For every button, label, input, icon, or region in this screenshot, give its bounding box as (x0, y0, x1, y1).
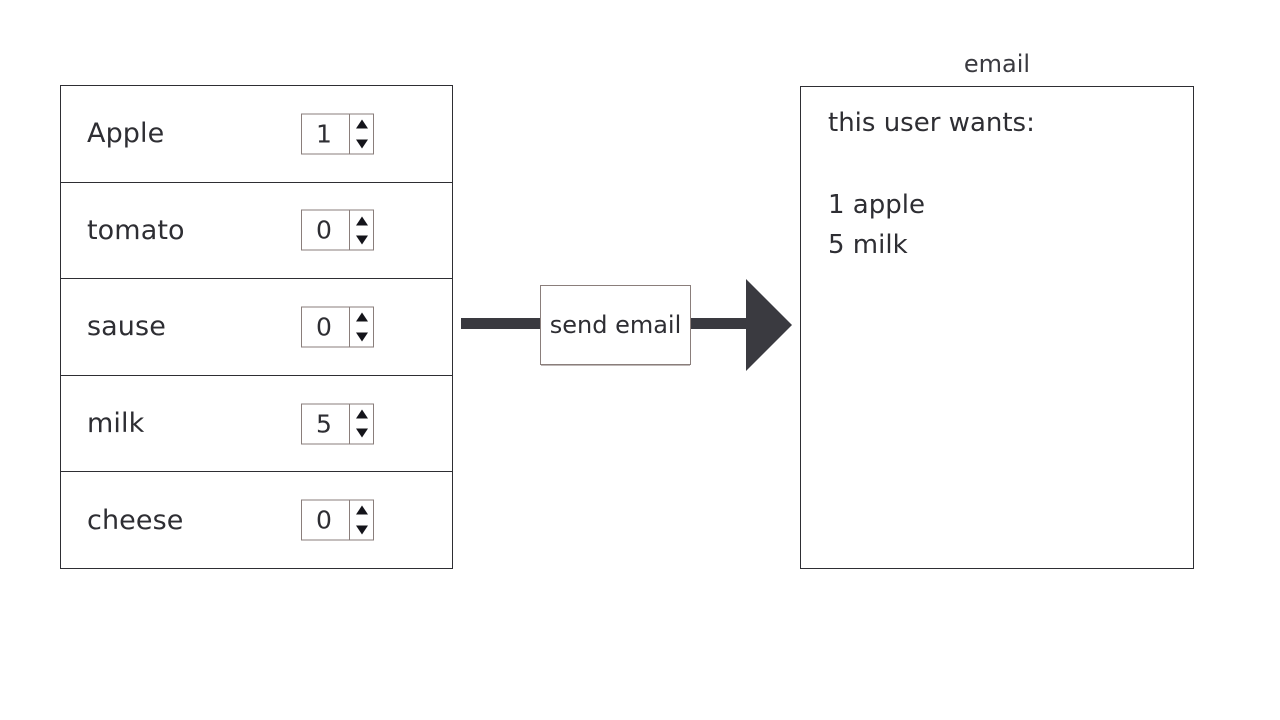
stepper-buttons[interactable] (349, 500, 373, 540)
send-email-button[interactable]: send email (540, 285, 691, 365)
item-label: cheese (87, 504, 184, 536)
quantity-stepper[interactable]: 5 (301, 403, 374, 445)
quantity-stepper[interactable]: 0 (301, 209, 374, 251)
connector-line-right (691, 318, 749, 329)
triangle-down-icon[interactable] (350, 520, 373, 540)
list-item[interactable]: sause 0 (61, 279, 452, 376)
stepper-buttons[interactable] (349, 210, 373, 250)
quantity-value[interactable]: 0 (302, 211, 349, 250)
stepper-buttons[interactable] (349, 307, 373, 347)
quantity-value[interactable]: 1 (302, 114, 349, 153)
triangle-down-icon[interactable] (350, 230, 373, 250)
quantity-value[interactable]: 0 (302, 501, 349, 540)
list-item[interactable]: Apple 1 (61, 86, 452, 183)
triangle-up-icon[interactable] (350, 210, 373, 231)
list-item[interactable]: cheese 0 (61, 472, 452, 568)
connector-line-left (461, 318, 541, 329)
triangle-down-icon[interactable] (350, 133, 373, 154)
triangle-up-icon[interactable] (350, 404, 373, 424)
triangle-up-icon[interactable] (350, 307, 373, 327)
email-heading: this user wants: (828, 108, 1035, 138)
triangle-up-icon[interactable] (350, 500, 373, 521)
diagram-canvas: Apple 1 tomato 0 sause 0 milk 5 cheese 0… (0, 0, 1280, 720)
email-line: 1 apple (828, 189, 925, 220)
stepper-buttons[interactable] (349, 114, 373, 154)
triangle-down-icon[interactable] (350, 423, 373, 444)
quantity-stepper[interactable]: 0 (301, 499, 374, 541)
email-body: 1 apple 5 milk (828, 185, 1193, 266)
item-label: tomato (87, 214, 185, 246)
email-line: 5 milk (828, 230, 908, 261)
quantity-value[interactable]: 0 (302, 307, 349, 346)
items-panel: Apple 1 tomato 0 sause 0 milk 5 cheese 0 (60, 85, 453, 569)
arrow-right-icon (746, 279, 792, 371)
quantity-stepper[interactable]: 0 (301, 306, 374, 348)
item-label: milk (87, 408, 145, 440)
stepper-buttons[interactable] (349, 404, 373, 444)
item-label: Apple (87, 118, 165, 150)
triangle-up-icon[interactable] (350, 114, 373, 134)
quantity-stepper[interactable]: 1 (301, 113, 374, 155)
list-item[interactable]: tomato 0 (61, 183, 452, 280)
item-label: sause (87, 311, 166, 343)
list-item[interactable]: milk 5 (61, 376, 452, 473)
triangle-down-icon[interactable] (350, 326, 373, 347)
quantity-value[interactable]: 5 (302, 404, 349, 443)
send-email-connector: send email (458, 278, 794, 372)
email-panel: this user wants: 1 apple 5 milk (800, 86, 1194, 569)
email-panel-caption: email (963, 50, 1031, 78)
